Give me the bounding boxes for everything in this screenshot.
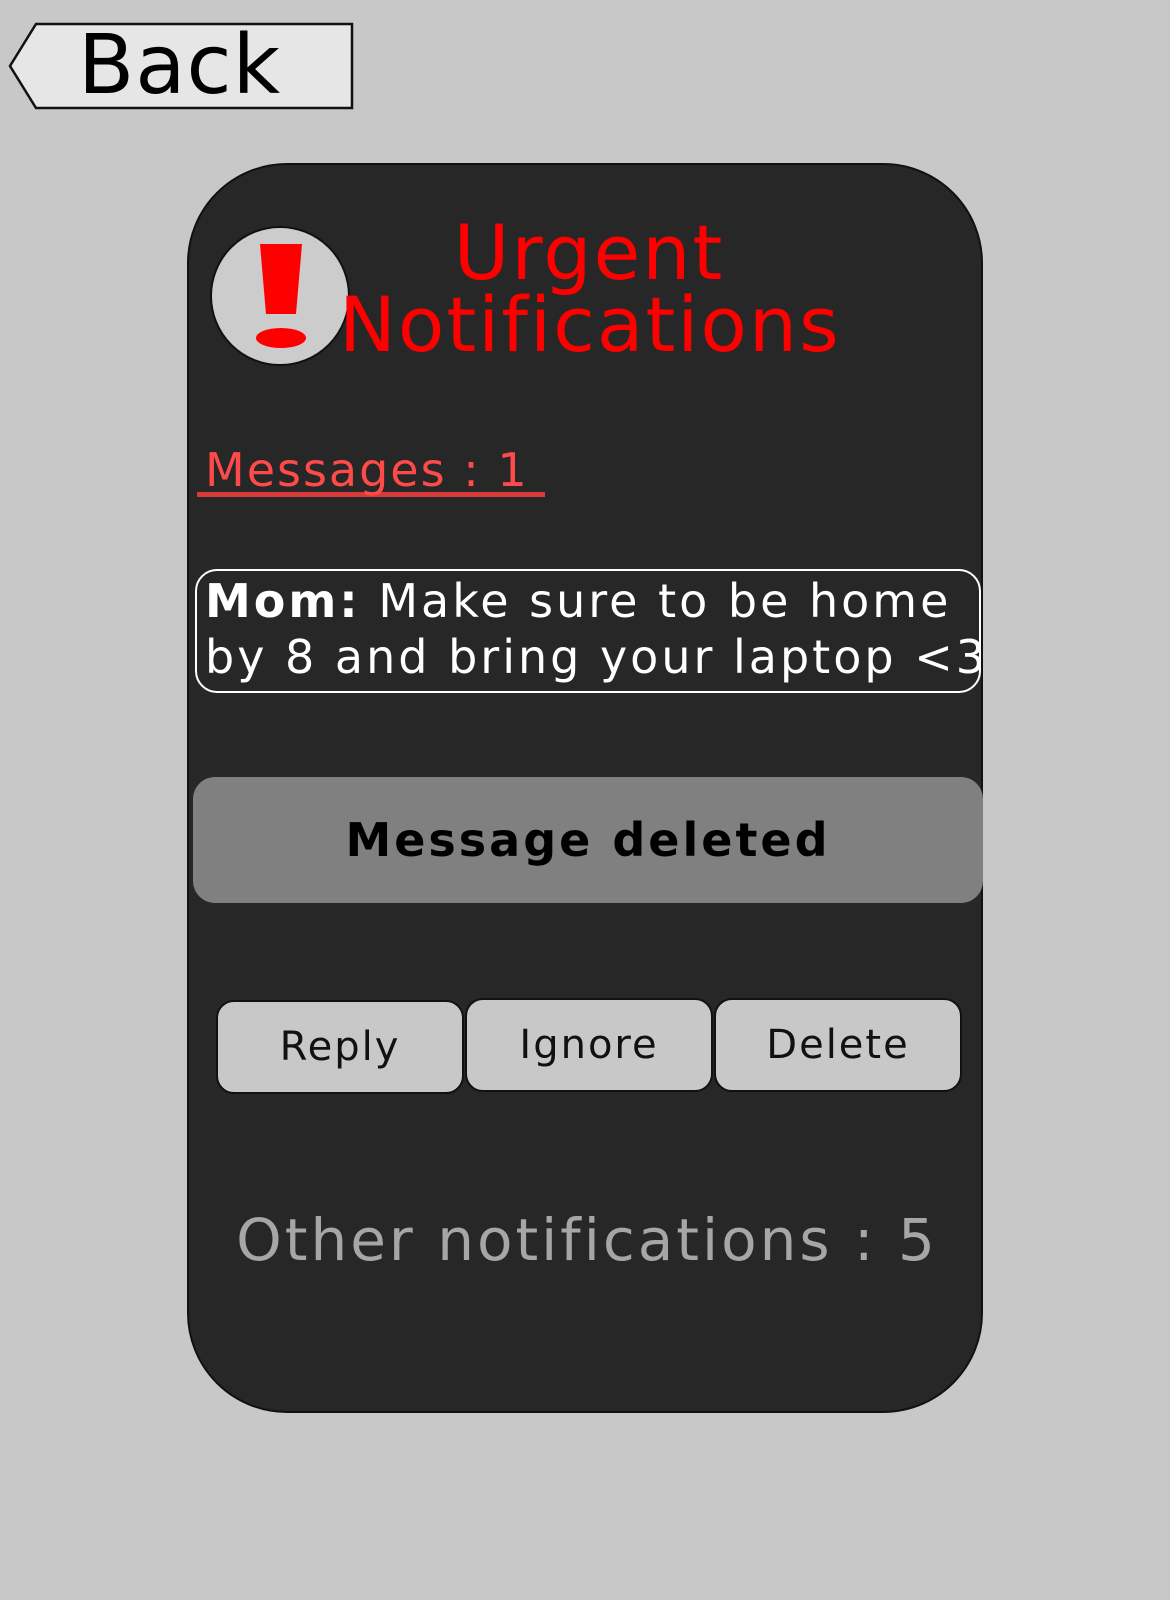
page-title: Urgent Notifications bbox=[339, 208, 841, 369]
exclamation-icon bbox=[210, 226, 350, 366]
delete-button[interactable]: Delete bbox=[714, 998, 962, 1092]
message-deleted-banner: Message deleted bbox=[193, 777, 983, 903]
message-text-line2: by 8 and bring your laptop <3 bbox=[205, 630, 981, 684]
back-button[interactable]: Back bbox=[6, 22, 356, 110]
ignore-button[interactable]: Ignore bbox=[465, 998, 713, 1092]
messages-count-link[interactable]: Messages : 1 bbox=[197, 443, 545, 497]
other-notifications-count: Other notifications : 5 bbox=[236, 1206, 938, 1274]
message-card[interactable]: Mom: Make sure to be home by 8 and bring… bbox=[195, 569, 981, 693]
message-text-line1: Make sure to be home bbox=[360, 574, 952, 628]
reply-button[interactable]: Reply bbox=[216, 1000, 464, 1094]
urgent-notifications-panel: Urgent Notifications Messages : 1 Mom: M… bbox=[187, 163, 983, 1413]
back-button-label: Back bbox=[78, 18, 282, 113]
message-sender: Mom: bbox=[205, 574, 361, 628]
message-line1: Mom: Make sure to be home bbox=[205, 573, 971, 629]
page-title-line1: Urgent bbox=[453, 208, 725, 297]
page-title-line2: Notifications bbox=[339, 280, 841, 369]
